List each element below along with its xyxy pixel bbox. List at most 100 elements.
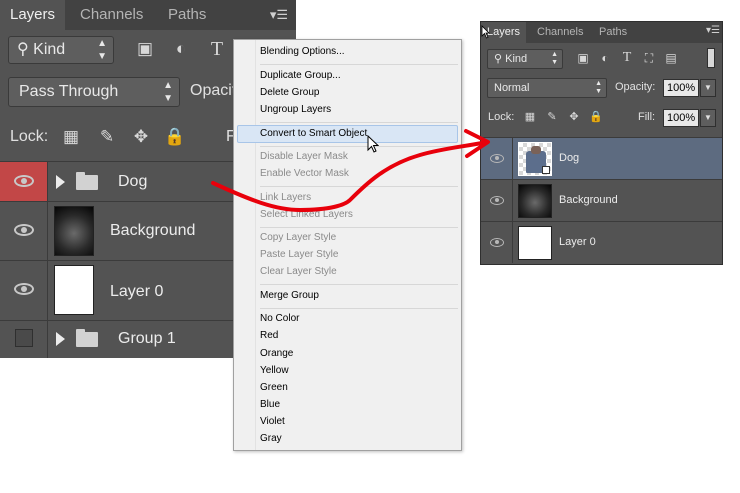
menu-separator: [260, 284, 458, 285]
blend-mode-select[interactable]: Normal ▲ ▼: [487, 78, 607, 98]
menu-item-copy-layer-style[interactable]: Copy Layer Style: [260, 231, 336, 245]
fill-input[interactable]: 100%: [663, 109, 699, 127]
menu-item-clear-layer-style[interactable]: Clear Layer Style: [260, 265, 337, 279]
menu-item-blending-options[interactable]: Blending Options...: [260, 45, 345, 59]
filter-kind-label: Kind: [505, 53, 528, 65]
opacity-input[interactable]: 100%: [663, 79, 699, 97]
visibility-toggle[interactable]: [481, 222, 513, 263]
menu-item-enable-vector-mask[interactable]: Enable Vector Mask: [260, 167, 349, 181]
menu-item-green[interactable]: Green: [260, 381, 288, 395]
eye-icon: [14, 175, 34, 187]
chevron-updown-icon: ▲ ▼: [163, 80, 173, 104]
eye-icon: [490, 196, 504, 205]
lock-paint-icon[interactable]: ✎: [545, 110, 559, 124]
folder-icon: [76, 329, 98, 347]
filter-kind-select[interactable]: ⚲ Kind ▲ ▼: [487, 49, 563, 69]
lock-move-icon[interactable]: ✥: [130, 126, 152, 148]
lock-transparent-icon[interactable]: ▦: [60, 126, 82, 148]
menu-item-duplicate-group[interactable]: Duplicate Group...: [260, 69, 341, 83]
menu-item-select-linked-layers[interactable]: Select Linked Layers: [260, 208, 353, 222]
layer-thumbnail: [518, 226, 552, 260]
lock-transparent-icon[interactable]: ▦: [523, 110, 537, 124]
menu-item-ungroup-layers[interactable]: Ungroup Layers: [260, 103, 331, 117]
panel-tab-bar: Layers Channels Paths ▾☰: [0, 0, 296, 30]
layer-context-menu: Blending Options... Duplicate Group... D…: [233, 39, 462, 451]
tab-paths[interactable]: Paths: [593, 22, 633, 43]
expand-triangle-icon[interactable]: [56, 332, 65, 346]
lock-label: Lock:: [488, 111, 515, 123]
visibility-toggle[interactable]: [0, 162, 48, 201]
layer-name: Layer 0: [110, 283, 164, 300]
menu-separator: [260, 64, 458, 65]
menu-item-disable-layer-mask[interactable]: Disable Layer Mask: [260, 150, 348, 164]
lock-all-icon[interactable]: 🔒: [589, 110, 603, 124]
opacity-label: Opacit: [190, 82, 237, 99]
lock-move-icon[interactable]: ✥: [567, 110, 581, 124]
layer-row-layer-0[interactable]: Layer 0: [481, 221, 722, 263]
menu-item-link-layers[interactable]: Link Layers: [260, 191, 311, 205]
layer-name: Dog: [118, 173, 148, 190]
visibility-toggle[interactable]: [0, 321, 48, 358]
blend-mode-value: Pass Through: [19, 83, 119, 100]
menu-item-merge-group[interactable]: Merge Group: [260, 289, 319, 303]
panel-menu-icon[interactable]: ▾☰: [270, 7, 288, 23]
tab-channels[interactable]: Channels: [70, 0, 153, 30]
layer-thumbnail: [54, 265, 94, 315]
smart-object-thumbnail: [518, 142, 552, 176]
layer-thumbnail: [54, 206, 94, 256]
lock-label: Lock:: [10, 128, 49, 145]
visibility-toggle[interactable]: [481, 180, 513, 221]
mouse-cursor-icon: [481, 25, 490, 39]
layer-row-dog[interactable]: Dog: [481, 137, 722, 179]
layer-name: Background: [110, 222, 196, 239]
eye-icon: [14, 283, 34, 295]
filter-toggle-switch[interactable]: [707, 48, 715, 68]
menu-separator: [260, 122, 458, 123]
type-filter-icon[interactable]: T: [619, 50, 635, 66]
visibility-toggle[interactable]: [0, 202, 48, 260]
tab-channels[interactable]: Channels: [531, 22, 589, 43]
adjustment-filter-icon[interactable]: ◐: [170, 38, 192, 60]
chevron-down-icon[interactable]: ▼: [700, 109, 716, 127]
menu-item-yellow[interactable]: Yellow: [260, 364, 289, 378]
visibility-toggle[interactable]: [0, 261, 48, 320]
menu-item-paste-layer-style[interactable]: Paste Layer Style: [260, 248, 338, 262]
menu-item-delete-group[interactable]: Delete Group: [260, 86, 319, 100]
tab-paths[interactable]: Paths: [158, 0, 216, 30]
lock-all-icon[interactable]: 🔒: [164, 126, 186, 148]
shape-filter-icon[interactable]: ⛶: [641, 50, 657, 66]
fill-label: Fill:: [638, 111, 656, 123]
menu-item-violet[interactable]: Violet: [260, 415, 285, 429]
image-filter-icon[interactable]: ▣: [575, 50, 591, 66]
type-filter-icon[interactable]: T: [206, 38, 228, 60]
image-filter-icon[interactable]: ▣: [134, 38, 156, 60]
menu-item-blue[interactable]: Blue: [260, 398, 280, 412]
menu-item-red[interactable]: Red: [260, 329, 278, 343]
expand-triangle-icon[interactable]: [56, 175, 65, 189]
filter-kind-select[interactable]: ⚲ Kind ▲ ▼: [8, 36, 114, 64]
chevron-down-icon[interactable]: ▼: [700, 79, 716, 97]
smart-object-filter-icon[interactable]: ▤: [663, 50, 679, 66]
smart-object-badge-icon: [542, 166, 550, 174]
menu-item-convert-to-smart-object[interactable]: Convert to Smart Object: [260, 127, 367, 141]
menu-separator: [260, 146, 458, 147]
visibility-toggle[interactable]: [481, 138, 513, 179]
menu-item-no-color[interactable]: No Color: [260, 312, 299, 326]
layer-name: Background: [559, 194, 618, 206]
menu-separator: [260, 308, 458, 309]
blend-mode-select[interactable]: Pass Through ▲ ▼: [8, 77, 180, 107]
menu-item-orange[interactable]: Orange: [260, 347, 293, 361]
tab-layers[interactable]: Layers: [0, 0, 66, 30]
chevron-updown-icon: ▲ ▼: [97, 38, 107, 62]
layer-name: Group 1: [118, 330, 176, 347]
eye-icon: [490, 238, 504, 247]
panel-menu-icon[interactable]: ▾☰: [706, 25, 720, 36]
menu-item-gray[interactable]: Gray: [260, 432, 282, 446]
lock-paint-icon[interactable]: ✎: [96, 126, 118, 148]
chevron-updown-icon: ▲ ▼: [551, 51, 558, 66]
layer-row-background[interactable]: Background: [481, 179, 722, 221]
folder-icon: [76, 172, 98, 190]
panel-tab-bar: Layers Channels Paths ▾☰: [481, 22, 722, 43]
adjustment-filter-icon[interactable]: ◐: [597, 50, 613, 66]
menu-separator: [260, 186, 458, 187]
